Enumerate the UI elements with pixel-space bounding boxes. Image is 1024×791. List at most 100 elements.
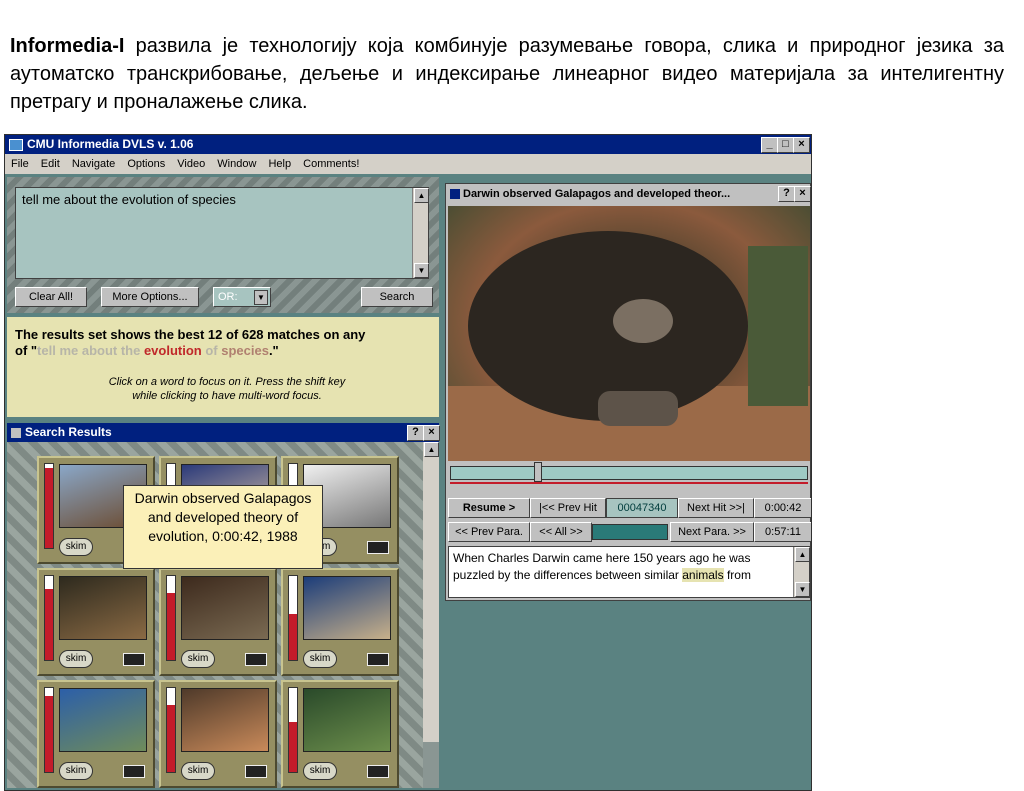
query-word-evolution[interactable]: evolution [144, 343, 202, 358]
results-close-button[interactable]: × [423, 425, 440, 441]
skim-button[interactable]: skim [59, 538, 93, 556]
minimize-button[interactable]: _ [761, 137, 778, 153]
current-time: 0:00:42 [754, 498, 811, 518]
menu-window[interactable]: Window [217, 158, 256, 170]
query-text: tell me about the evolution of species [22, 192, 236, 207]
transcript-up-icon[interactable]: ▲ [795, 547, 810, 562]
results-help-button[interactable]: ? [407, 425, 424, 441]
app-icon [9, 138, 23, 151]
transcript-scrollbar[interactable]: ▲ ▼ [793, 547, 810, 597]
result-thumbnail[interactable] [181, 576, 269, 640]
tortoise-image [448, 231, 810, 461]
search-button[interactable]: Search [361, 287, 433, 307]
scroll-down-icon[interactable]: ▼ [414, 263, 429, 278]
skim-button[interactable]: skim [59, 762, 93, 780]
next-hit-button[interactable]: Next Hit >>| [678, 498, 754, 518]
filmstrip-icon[interactable] [245, 765, 267, 778]
tortoise-leg [598, 391, 678, 426]
result-thumbnail[interactable] [59, 576, 147, 640]
video-help-button[interactable]: ? [778, 186, 795, 202]
summary-prefix: of " [15, 343, 38, 358]
maximize-button[interactable]: □ [777, 137, 794, 153]
relevance-fill [45, 468, 53, 548]
filmstrip-icon[interactable] [123, 765, 145, 778]
more-options-button[interactable]: More Options... [101, 287, 199, 307]
skim-button[interactable]: skim [59, 650, 93, 668]
prev-para-button[interactable]: << Prev Para. [448, 522, 530, 542]
filmstrip-icon[interactable] [245, 653, 267, 666]
results-summary: The results set shows the best 12 of 628… [15, 327, 435, 359]
transcript-down-icon[interactable]: ▼ [795, 582, 810, 597]
filmstrip-icon[interactable] [367, 765, 389, 778]
video-icon [450, 189, 460, 200]
hit-markers [450, 482, 808, 490]
video-title: Darwin observed Galapagos and developed … [463, 188, 731, 200]
scroll-up-icon[interactable]: ▲ [414, 188, 429, 203]
menu-comments[interactable]: Comments! [303, 158, 359, 170]
close-button[interactable]: × [793, 137, 810, 153]
result-thumbnail[interactable] [59, 688, 147, 752]
query-word-of[interactable]: of [202, 343, 222, 358]
relevance-meter [44, 575, 54, 661]
foliage [748, 246, 808, 406]
filmstrip-icon[interactable] [367, 653, 389, 666]
tortoise-head [613, 299, 673, 343]
transcript-box[interactable]: When Charles Darwin came here 150 years … [448, 546, 810, 598]
paragraph-position-bar[interactable] [592, 524, 668, 540]
skim-button[interactable]: skim [303, 762, 337, 780]
clear-all-button[interactable]: Clear All! [15, 287, 87, 307]
skim-button[interactable]: skim [181, 762, 215, 780]
result-thumbnail[interactable] [303, 576, 391, 640]
or-select[interactable]: OR: ▼ [213, 287, 271, 307]
result-thumbnail[interactable] [303, 688, 391, 752]
transcript-highlight[interactable]: animals [682, 568, 724, 582]
transcript-text: When Charles Darwin came here 150 years … [453, 550, 789, 584]
menu-navigate[interactable]: Navigate [72, 158, 115, 170]
hint-line1: Click on a word to focus on it. Press th… [108, 376, 346, 388]
results-scrollbar[interactable]: ▲ [423, 442, 439, 742]
query-panel: tell me about the evolution of species ▲… [7, 177, 439, 313]
results-icon [11, 427, 21, 438]
result-card[interactable]: skim [159, 568, 277, 676]
chevron-down-icon: ▼ [254, 290, 268, 305]
skim-button[interactable]: skim [181, 650, 215, 668]
prev-hit-button[interactable]: |<< Prev Hit [530, 498, 606, 518]
video-seek-bar[interactable] [450, 466, 808, 480]
video-close-button[interactable]: × [794, 186, 811, 202]
next-para-button[interactable]: Next Para. >> [670, 522, 754, 542]
menu-video[interactable]: Video [177, 158, 205, 170]
relevance-fill [167, 704, 175, 772]
menu-bar: File Edit Navigate Options Video Window … [5, 154, 811, 174]
video-frame[interactable] [448, 206, 810, 461]
query-word-stop[interactable]: tell me about the [37, 343, 144, 358]
query-input[interactable]: tell me about the evolution of species ▲… [15, 187, 429, 279]
menu-options[interactable]: Options [127, 158, 165, 170]
result-card[interactable]: skim [281, 680, 399, 788]
video-titlebar: Darwin observed Galapagos and developed … [446, 184, 810, 204]
menu-help[interactable]: Help [268, 158, 291, 170]
skim-button[interactable]: skim [303, 650, 337, 668]
menu-edit[interactable]: Edit [41, 158, 60, 170]
result-card[interactable]: skim [159, 680, 277, 788]
video-seek-thumb[interactable] [534, 462, 542, 482]
result-card[interactable]: skim [281, 568, 399, 676]
video-window: Darwin observed Galapagos and developed … [445, 183, 811, 601]
summary-suffix: ." [268, 343, 279, 358]
resume-button[interactable]: Resume > [448, 498, 530, 518]
results-titlebar: Search Results [7, 423, 439, 442]
intro-body: развила је технологију која комбинује ра… [10, 35, 1004, 113]
result-card[interactable]: skim [37, 680, 155, 788]
filmstrip-icon[interactable] [123, 653, 145, 666]
result-thumbnail[interactable] [181, 688, 269, 752]
results-scroll-up-icon[interactable]: ▲ [424, 442, 439, 457]
all-button[interactable]: << All >> [530, 522, 592, 542]
result-card[interactable]: skim [37, 568, 155, 676]
query-scrollbar[interactable]: ▲ ▼ [412, 188, 429, 278]
menu-file[interactable]: File [11, 158, 29, 170]
result-tooltip: Darwin observed Galapagos and developed … [123, 485, 323, 569]
results-info-panel: The results set shows the best 12 of 628… [7, 317, 439, 417]
filmstrip-icon[interactable] [367, 541, 389, 554]
transcript-post: from [723, 568, 751, 582]
relevance-meter [44, 463, 54, 549]
query-word-species[interactable]: species [221, 343, 269, 358]
